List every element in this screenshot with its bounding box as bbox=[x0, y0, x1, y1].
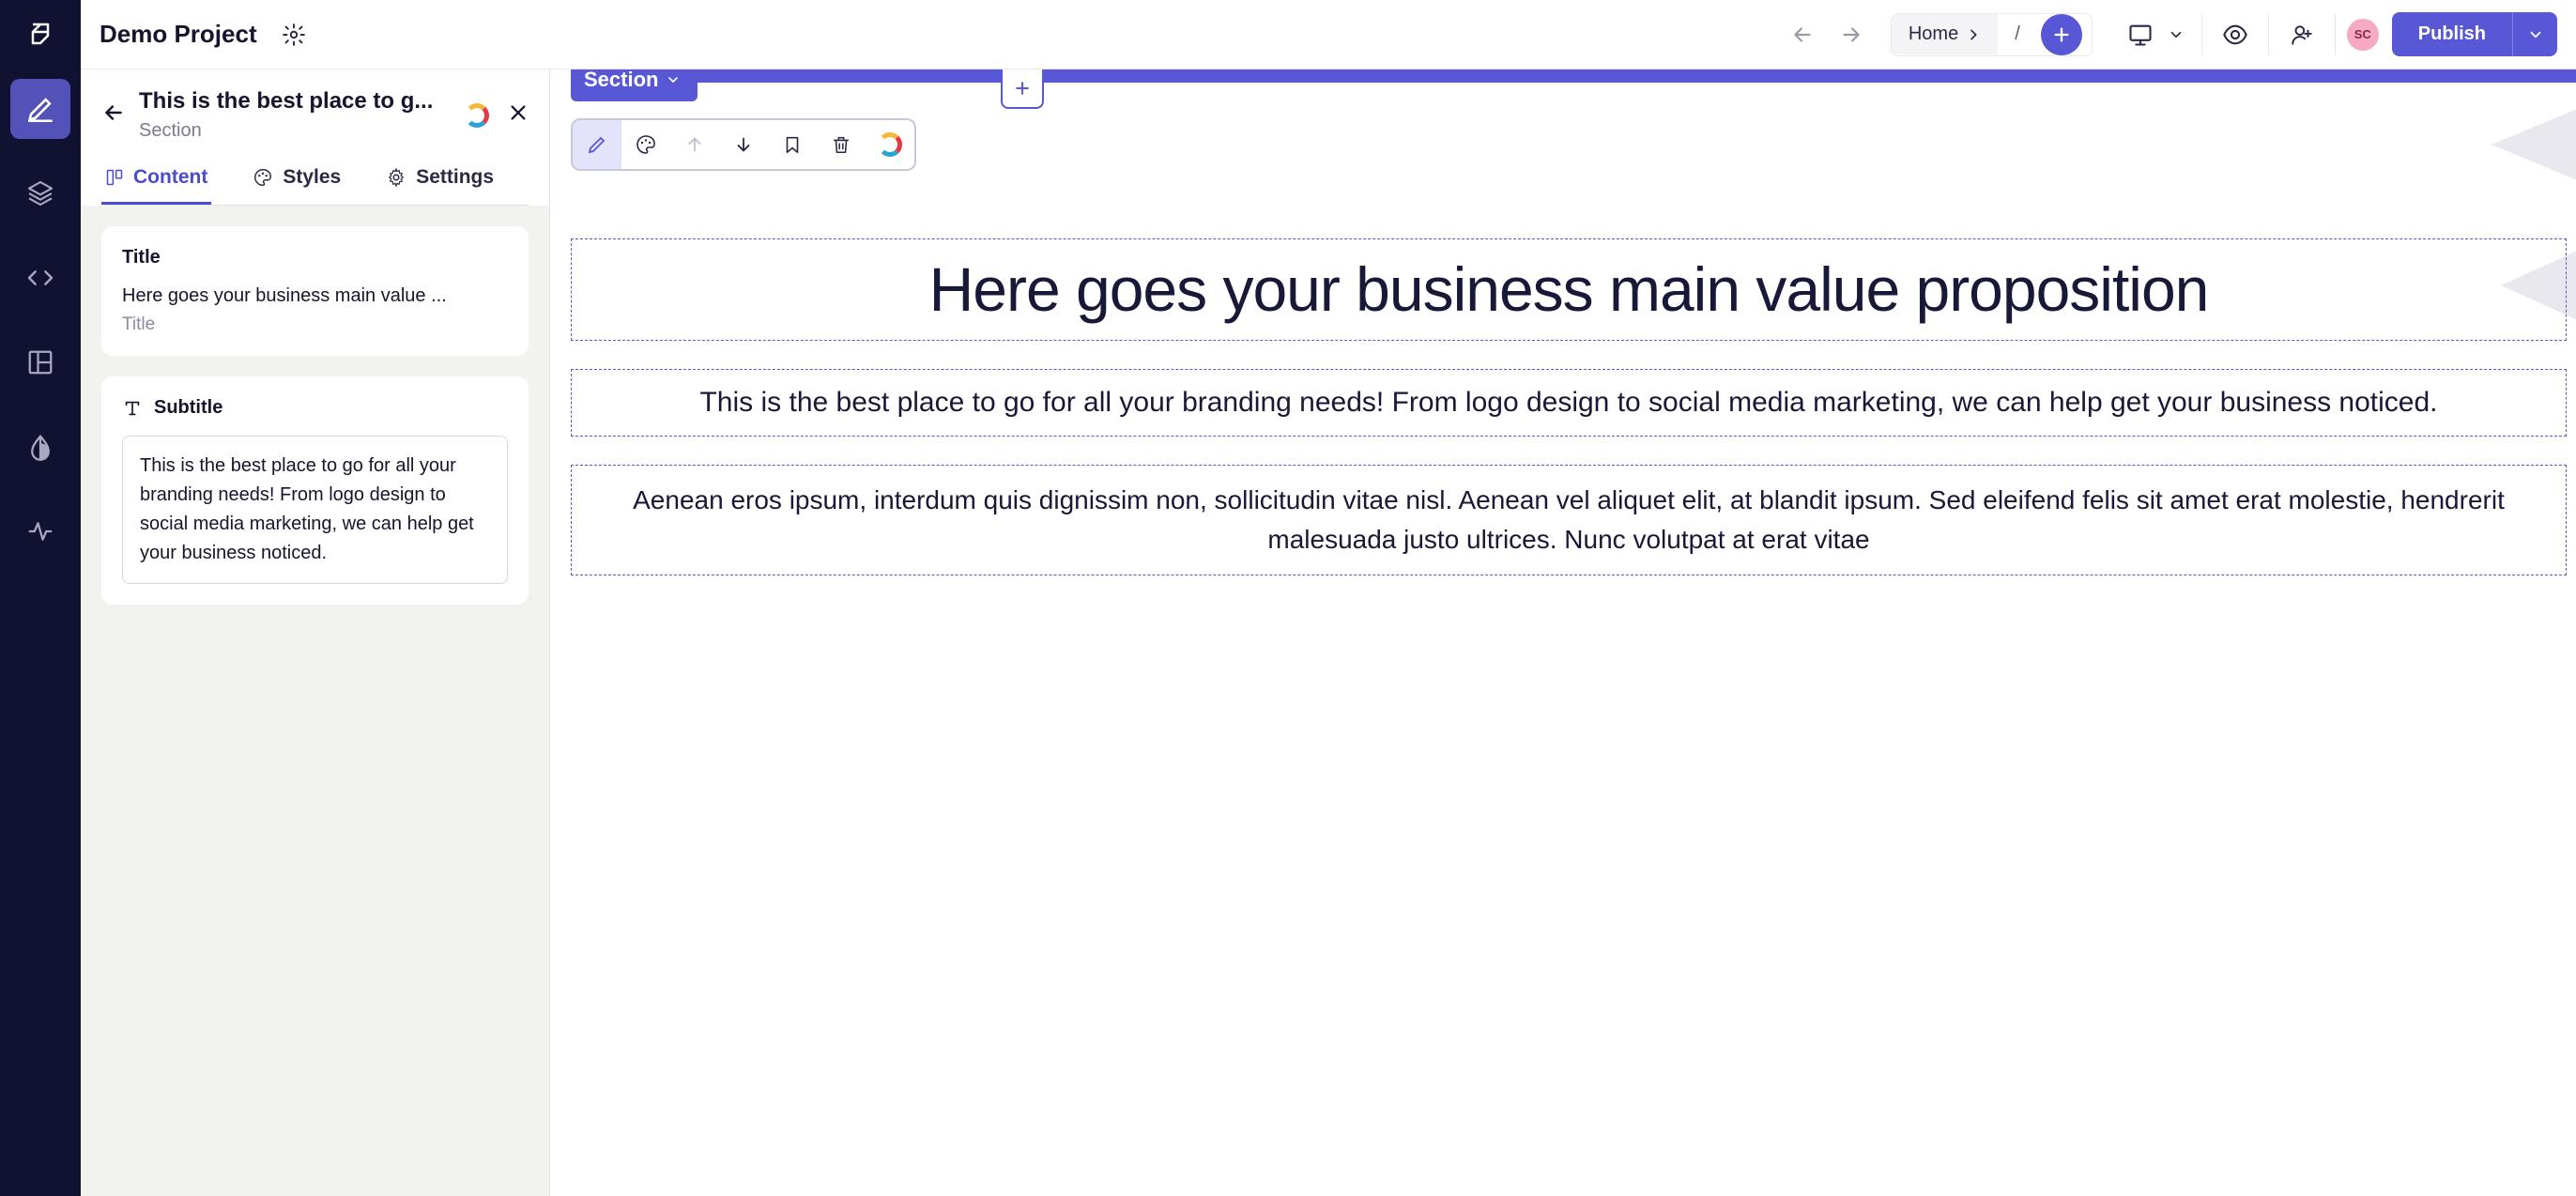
toolbar-bookmark-icon[interactable] bbox=[768, 120, 817, 169]
code-nav[interactable] bbox=[10, 248, 70, 308]
panel-back-icon[interactable] bbox=[101, 100, 126, 130]
layers-nav[interactable] bbox=[10, 163, 70, 223]
content-panel: This is the best place to g... Section C… bbox=[81, 69, 550, 1196]
activity-nav[interactable] bbox=[10, 501, 70, 561]
hero-body-text: Aenean eros ipsum, interdum quis digniss… bbox=[609, 481, 2528, 560]
left-iconbar bbox=[0, 0, 81, 1196]
panel-close-icon[interactable] bbox=[508, 102, 529, 128]
title-card-label: Title bbox=[122, 247, 508, 268]
nav-back[interactable] bbox=[1782, 14, 1823, 55]
contentful-logo-icon bbox=[465, 103, 489, 128]
tab-styles[interactable]: Styles bbox=[249, 166, 345, 205]
hero-title-box[interactable]: Here goes your business main value propo… bbox=[571, 238, 2567, 341]
element-toolbar bbox=[571, 118, 916, 171]
breadcrumb: Home / bbox=[1891, 13, 2093, 56]
subtitle-card: Subtitle This is the best place to go fo… bbox=[101, 376, 529, 605]
hero-subtitle-text: This is the best place to go for all you… bbox=[600, 381, 2538, 425]
nav-forward[interactable] bbox=[1831, 14, 1872, 55]
hero-body-box[interactable]: Aenean eros ipsum, interdum quis digniss… bbox=[571, 465, 2567, 575]
toolbar-contentful-icon[interactable] bbox=[866, 120, 914, 169]
tab-settings[interactable]: Settings bbox=[382, 166, 498, 205]
project-settings-icon[interactable] bbox=[272, 13, 315, 56]
layout-nav[interactable] bbox=[10, 332, 70, 392]
title-card-value: Here goes your business main value ... bbox=[122, 285, 508, 307]
subtitle-card-label: Subtitle bbox=[154, 397, 222, 419]
toolbar-move-down-icon[interactable] bbox=[719, 120, 768, 169]
section-outline-bar bbox=[571, 69, 2576, 83]
title-card[interactable]: Title Here goes your business main value… bbox=[101, 226, 529, 356]
preview-icon[interactable] bbox=[2214, 13, 2257, 56]
add-section-button[interactable] bbox=[1001, 69, 1044, 109]
invite-user-icon[interactable] bbox=[2280, 13, 2323, 56]
panel-subtitle: Section bbox=[139, 120, 452, 142]
tab-content-label: Content bbox=[133, 166, 207, 189]
user-avatar[interactable]: SC bbox=[2347, 19, 2379, 51]
title-card-sublabel: Title bbox=[122, 314, 508, 335]
topbar: Demo Project Home / bbox=[81, 0, 2576, 69]
toolbar-edit-icon[interactable] bbox=[573, 120, 621, 169]
canvas[interactable]: Section bbox=[550, 69, 2576, 1196]
hero-title-text: Here goes your business main value propo… bbox=[600, 251, 2538, 329]
theme-nav[interactable] bbox=[10, 417, 70, 477]
project-title: Demo Project bbox=[100, 20, 257, 49]
toolbar-move-up-icon bbox=[670, 120, 719, 169]
publish-dropdown[interactable] bbox=[2512, 12, 2557, 56]
tab-styles-label: Styles bbox=[283, 166, 341, 189]
text-icon bbox=[122, 398, 143, 419]
tab-settings-label: Settings bbox=[416, 166, 494, 189]
breadcrumb-home-label: Home bbox=[1909, 23, 1958, 45]
publish-button[interactable]: Publish bbox=[2392, 12, 2512, 56]
section-label[interactable]: Section bbox=[571, 69, 698, 101]
breadcrumb-home[interactable]: Home bbox=[1892, 14, 1998, 54]
subtitle-textarea[interactable]: This is the best place to go for all you… bbox=[122, 436, 508, 584]
add-page-button[interactable] bbox=[2041, 14, 2082, 55]
toolbar-delete-icon[interactable] bbox=[817, 120, 866, 169]
breadcrumb-separator: / bbox=[1998, 23, 2037, 45]
panel-title: This is the best place to g... bbox=[139, 88, 452, 115]
app-logo[interactable] bbox=[22, 17, 59, 54]
edit-page-nav[interactable] bbox=[10, 79, 70, 139]
tab-content[interactable]: Content bbox=[101, 166, 211, 205]
hero-subtitle-box[interactable]: This is the best place to go for all you… bbox=[571, 369, 2567, 437]
toolbar-style-icon[interactable] bbox=[621, 120, 670, 169]
device-dropdown-icon[interactable] bbox=[2162, 13, 2190, 56]
chevron-down-icon bbox=[666, 72, 681, 87]
device-desktop-icon[interactable] bbox=[2119, 13, 2162, 56]
section-label-text: Section bbox=[584, 69, 658, 92]
